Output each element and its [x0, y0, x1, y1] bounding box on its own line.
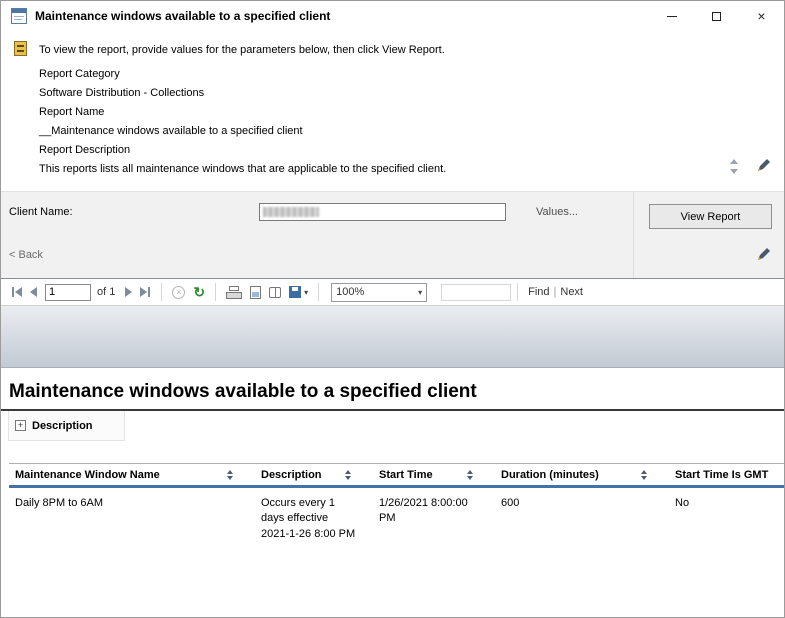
view-report-button[interactable]: View Report — [649, 204, 772, 229]
sort-icon[interactable] — [467, 470, 473, 480]
toolbar-separator — [161, 283, 162, 301]
report-toolbar: of 1 × ↻ ▾ 100% ▾ Find | Next — [1, 279, 784, 306]
next-match-button[interactable]: Next — [560, 286, 583, 298]
printer-icon — [226, 286, 242, 299]
page-count-label: of 1 — [97, 286, 115, 298]
expand-plus-icon[interactable]: + — [15, 420, 26, 431]
close-button[interactable]: × — [739, 1, 784, 31]
export-button[interactable]: ▾ — [285, 282, 312, 302]
stop-icon: × — [172, 286, 185, 299]
page-setup-button[interactable] — [265, 282, 285, 302]
client-name-field-wrap — [259, 203, 506, 221]
client-name-label: Client Name: — [9, 206, 73, 218]
table-header-row: Maintenance Window Name Description Star… — [9, 463, 784, 488]
table-row: Daily 8PM to 6AM Occurs every 1 days eff… — [9, 488, 784, 542]
column-header-maintenance-window-name[interactable]: Maintenance Window Name — [9, 464, 255, 485]
zoom-select[interactable]: 100% ▾ — [331, 283, 427, 302]
pen-icon — [756, 159, 770, 173]
report-header-band — [1, 306, 784, 368]
report-table: Maintenance Window Name Description Star… — [9, 463, 784, 542]
find-button[interactable]: Find — [528, 286, 549, 298]
cell-duration: 600 — [495, 496, 669, 542]
dropdown-caret-icon: ▾ — [418, 288, 422, 297]
report-title-block: Maintenance windows available to a speci… — [1, 368, 784, 411]
back-link[interactable]: < Back — [9, 249, 43, 261]
toolbar-separator — [318, 283, 319, 301]
page-number-input[interactable] — [45, 284, 91, 301]
report-page: Maintenance windows available to a speci… — [1, 368, 784, 616]
print-button[interactable] — [222, 282, 246, 302]
pen-icon — [756, 248, 770, 262]
stop-button[interactable]: × — [168, 282, 189, 302]
toolbar-separator — [215, 283, 216, 301]
column-header-start-time-is-gmt[interactable]: Start Time Is GMT — [669, 464, 784, 485]
sort-icon[interactable] — [345, 470, 351, 480]
app-icon — [11, 8, 27, 24]
cell-start-time-is-gmt: No — [669, 496, 784, 542]
find-next-divider: | — [554, 286, 557, 298]
sort-icon[interactable] — [227, 470, 233, 480]
report-name-label: Report Name — [39, 103, 446, 122]
page-setup-icon — [269, 287, 281, 298]
report-description-label: Report Description — [39, 141, 446, 160]
refresh-button[interactable]: ↻ — [189, 282, 209, 302]
window-title: Maintenance windows available to a speci… — [35, 9, 330, 23]
client-name-input[interactable] — [259, 203, 506, 221]
values-link[interactable]: Values... — [536, 206, 578, 218]
export-save-icon — [289, 286, 301, 298]
instruction-text: To view the report, provide values for t… — [39, 44, 445, 56]
toolbar-separator — [517, 283, 518, 301]
scroll-down-icon[interactable] — [730, 169, 738, 174]
note-icon — [14, 41, 27, 56]
column-header-start-time[interactable]: Start Time — [373, 464, 495, 485]
report-category-label: Report Category — [39, 65, 446, 84]
refresh-icon: ↻ — [193, 285, 205, 299]
minimize-button[interactable] — [649, 1, 694, 31]
titlebar: Maintenance windows available to a speci… — [1, 1, 784, 31]
description-label: Description — [32, 420, 93, 432]
report-name-value: __Maintenance windows available to a spe… — [39, 122, 446, 141]
report-viewer: of 1 × ↻ ▾ 100% ▾ Find | Next Ma — [1, 278, 784, 617]
column-header-description[interactable]: Description — [255, 464, 373, 485]
column-header-duration[interactable]: Duration (minutes) — [495, 464, 669, 485]
report-description-value: This reports lists all maintenance windo… — [39, 160, 446, 179]
cell-maintenance-window-name: Daily 8PM to 6AM — [9, 496, 255, 542]
last-page-button[interactable] — [136, 282, 155, 302]
cell-description: Occurs every 1 days effective 2021-1-26 … — [255, 496, 373, 542]
cell-start-time: 1/26/2021 8:00:00 PM — [373, 496, 495, 542]
first-page-button[interactable] — [7, 282, 26, 302]
next-page-button[interactable] — [121, 282, 136, 302]
report-window: Maintenance windows available to a speci… — [0, 0, 785, 618]
prev-page-button[interactable] — [26, 282, 41, 302]
report-info-panel: To view the report, provide values for t… — [1, 31, 784, 191]
zoom-value: 100% — [336, 286, 364, 298]
panel-divider — [633, 192, 634, 278]
description-expander[interactable]: + Description — [8, 411, 125, 441]
scroll-up-icon[interactable] — [730, 159, 738, 164]
dropdown-caret-icon: ▾ — [304, 288, 308, 297]
print-layout-button[interactable] — [246, 282, 265, 302]
report-category-value: Software Distribution - Collections — [39, 84, 446, 103]
parameter-panel: Client Name: Values... View Report < Bac… — [1, 191, 784, 278]
find-input[interactable] — [441, 284, 511, 301]
maximize-button[interactable] — [694, 1, 739, 31]
report-title: Maintenance windows available to a speci… — [9, 381, 784, 403]
print-layout-icon — [250, 286, 261, 299]
sort-icon[interactable] — [641, 470, 647, 480]
